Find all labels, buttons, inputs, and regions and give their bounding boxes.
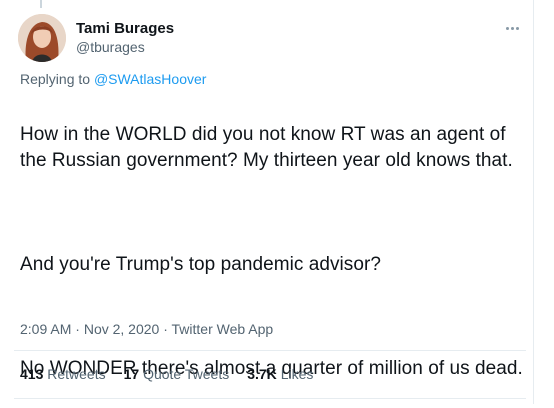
tweet-text: How in the WORLD did you not know RT was… (20, 96, 526, 408)
thread-line (40, 0, 42, 8)
author-handle[interactable]: @tburages (76, 38, 145, 56)
tweet-card: Tami Burages @tburages Replying to @SWAt… (0, 0, 534, 404)
replying-to: Replying to @SWAtlasHoover (20, 70, 206, 88)
divider (14, 398, 526, 399)
author-name[interactable]: Tami Burages (76, 20, 174, 38)
likes-stat[interactable]: 3.7K Likes (247, 365, 313, 383)
avatar[interactable] (18, 14, 66, 62)
quote-tweets-label: Quote Tweets (143, 366, 230, 382)
tweet-paragraph: And you're Trump's top pandemic advisor? (20, 254, 381, 275)
replying-to-label: Replying to (20, 71, 91, 87)
avatar-image (18, 14, 66, 62)
retweets-count: 413 (20, 366, 44, 382)
likes-count: 3.7K (247, 366, 277, 382)
retweets-stat[interactable]: 413 Retweets (20, 365, 106, 383)
divider (14, 350, 526, 351)
tweet-time[interactable]: 2:09 AM (20, 321, 71, 337)
retweets-label: Retweets (47, 366, 106, 382)
more-options-icon[interactable] (501, 18, 523, 38)
tweet-stats: 413 Retweets 17 Quote Tweets 3.7K Likes (20, 365, 313, 383)
tweet-metadata: 2:09 AM · Nov 2, 2020 · Twitter Web App (20, 321, 274, 337)
likes-label: Likes (280, 366, 314, 382)
tweet-source[interactable]: Twitter Web App (172, 321, 274, 337)
replying-to-link[interactable]: @SWAtlasHoover (94, 71, 207, 87)
tweet-date[interactable]: Nov 2, 2020 (84, 321, 160, 337)
quote-tweets-count: 17 (123, 366, 140, 382)
tweet-paragraph: How in the WORLD did you not know RT was… (20, 124, 513, 171)
quote-tweets-stat[interactable]: 17 Quote Tweets (124, 365, 230, 383)
